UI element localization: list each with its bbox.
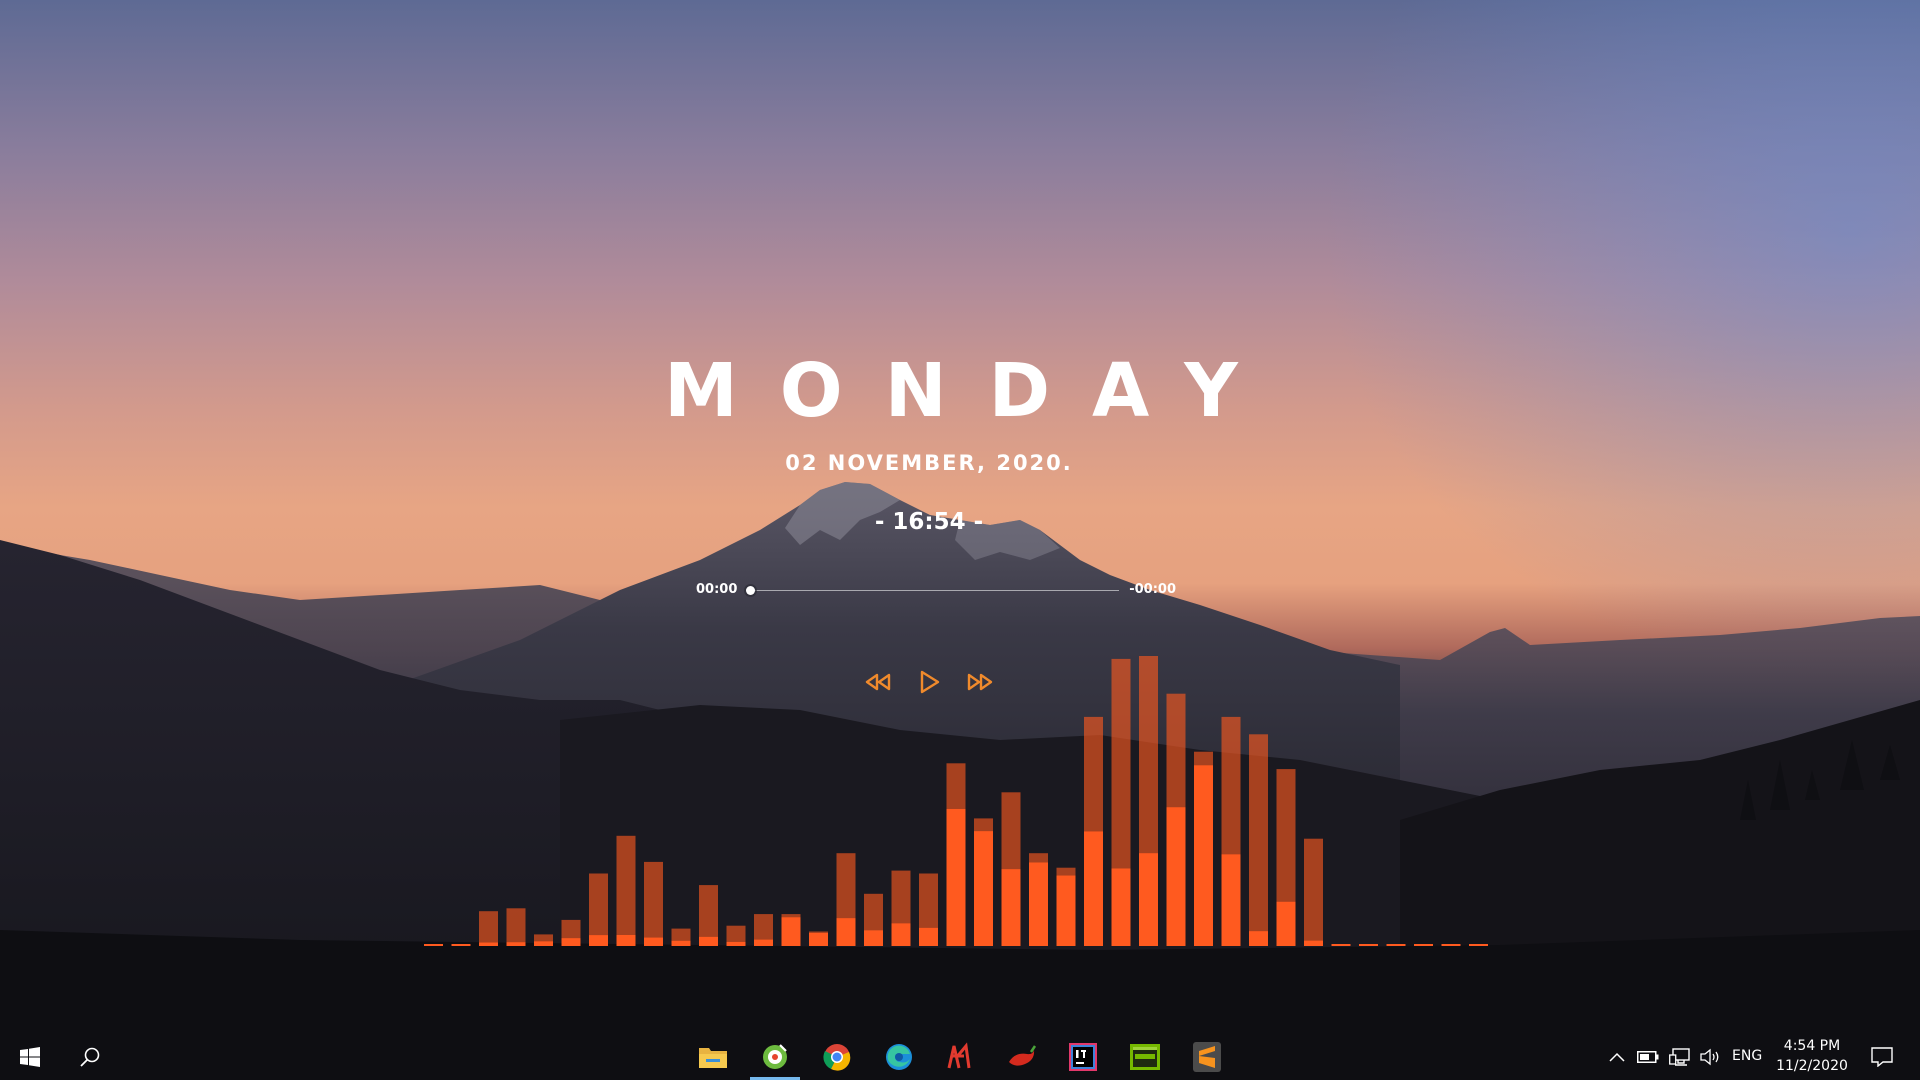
visualizer-bar-highlight [1276, 901, 1296, 946]
intellij-idea-icon[interactable] [1058, 1034, 1108, 1080]
tray-time[interactable]: 4:54 PM [1770, 1038, 1854, 1054]
rewind-icon[interactable] [862, 666, 894, 698]
notification-icon[interactable] [1862, 1034, 1902, 1080]
visualizer-bar-highlight [1249, 931, 1268, 946]
remaining-time: -00:00 [1129, 582, 1176, 597]
taskbar: ENG 4:54 PM 11/2/2020 [0, 1034, 1920, 1080]
visualizer-bar [451, 944, 471, 946]
visualizer-bar [1414, 944, 1433, 946]
network-icon[interactable] [1666, 1034, 1694, 1080]
visualizer-bar-highlight [1304, 940, 1323, 946]
battery-icon[interactable] [1634, 1034, 1662, 1080]
audio-visualizer [424, 656, 1488, 946]
visualizer-bar-highlight [644, 937, 663, 946]
visualizer-bar-highlight [1084, 831, 1103, 946]
search-icon[interactable] [60, 1034, 120, 1080]
day-of-week: MONDAY [664, 348, 1280, 434]
visualizer-bar-highlight [479, 942, 498, 946]
windows-start-icon[interactable] [0, 1034, 60, 1080]
visualizer-bar-highlight [506, 942, 526, 946]
progress-knob[interactable] [746, 586, 755, 595]
visualizer-bar-highlight [1194, 765, 1213, 946]
visualizer-bar-highlight [1001, 869, 1021, 946]
visualizer-bar-highlight [616, 934, 636, 946]
visualizer-bar-highlight [561, 938, 581, 946]
progress-track[interactable] [747, 590, 1119, 591]
visualizer-bar [1249, 734, 1268, 946]
visualizer-bar [479, 911, 498, 946]
visualizer-bar [644, 861, 663, 946]
chrome-icon[interactable] [812, 1034, 862, 1080]
chevron-up-icon[interactable] [1604, 1034, 1630, 1080]
visualizer-bar-highlight [754, 939, 773, 946]
visualizer-bar [1304, 838, 1323, 946]
visualizer-bar-highlight [1221, 854, 1241, 946]
edge-icon[interactable] [874, 1034, 924, 1080]
visualizer-bar [1359, 944, 1378, 946]
play-icon[interactable] [913, 666, 945, 698]
visualizer-bar-highlight [1029, 862, 1048, 946]
track-progress[interactable]: 00:00 -00:00 [692, 580, 1180, 602]
visualizer-bar-highlight [836, 918, 856, 946]
sublime-text-icon[interactable] [1182, 1034, 1232, 1080]
nvidia-icon[interactable] [1120, 1034, 1170, 1080]
visualizer-bar-highlight [891, 923, 911, 946]
visualizer-bar-highlight [781, 917, 801, 946]
file-explorer-icon[interactable] [688, 1034, 738, 1080]
visualizer-bar-highlight [809, 932, 828, 946]
rainmeter-icon[interactable] [934, 1034, 984, 1080]
volume-icon[interactable] [1697, 1034, 1725, 1080]
elapsed-time: 00:00 [696, 582, 738, 597]
chili-app-icon[interactable] [996, 1034, 1046, 1080]
visualizer-bar-highlight [974, 831, 993, 946]
visualizer-bar [1469, 944, 1488, 946]
visualizer-bar-highlight [919, 927, 938, 946]
visualizer-bar-highlight [864, 930, 883, 946]
visualizer-bar [1331, 944, 1351, 946]
visualizer-bar [506, 908, 526, 946]
visualizer-bar-highlight [589, 935, 608, 946]
visualizer-bar-highlight [1111, 868, 1131, 946]
tray-date[interactable]: 11/2/2020 [1770, 1058, 1854, 1074]
visualizer-bar-highlight [726, 941, 746, 946]
fast-forward-icon[interactable] [964, 666, 996, 698]
music-player-icon[interactable] [750, 1034, 800, 1080]
visualizer-bar [1386, 944, 1406, 946]
date-text: 02 NOVEMBER, 2020. [785, 451, 1073, 475]
clock-text: - 16:54 - [874, 509, 984, 535]
visualizer-bar [1441, 944, 1461, 946]
visualizer-bar-highlight [1166, 807, 1186, 946]
visualizer-bar-highlight [1139, 853, 1158, 946]
visualizer-bar [616, 835, 636, 946]
media-controls [862, 666, 996, 698]
visualizer-bar-highlight [1056, 875, 1076, 946]
visualizer-bar-highlight [699, 936, 718, 946]
language-indicator[interactable]: ENG [1732, 1048, 1762, 1064]
visualizer-bar-highlight [946, 808, 966, 946]
visualizer-bar [424, 944, 443, 946]
visualizer-bar-highlight [534, 941, 553, 946]
visualizer-bar-highlight [671, 940, 691, 946]
